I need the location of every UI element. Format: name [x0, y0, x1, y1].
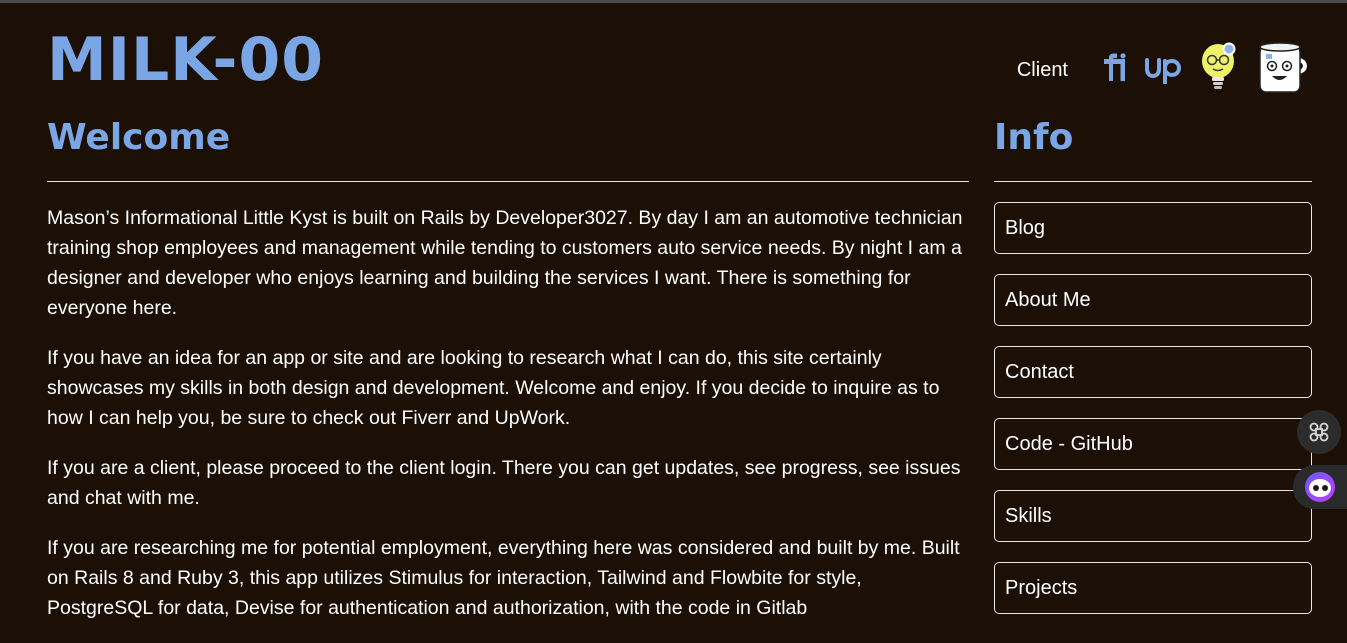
client-paragraph: If you are a client, please proceed to t…: [47, 457, 961, 509]
services-paragraph: If you have an idea for an app or site a…: [47, 347, 940, 429]
info-heading: Info: [994, 117, 1074, 158]
skills-button[interactable]: Skills: [994, 490, 1312, 542]
command-grid-icon[interactable]: [1297, 410, 1341, 454]
info-sidebar: Blog About Me Contact Code - GitHub Skil…: [994, 202, 1312, 634]
fiverr-icon[interactable]: [1100, 52, 1130, 88]
employment-paragraph: If you are researching me for potential …: [47, 537, 960, 619]
lightbulb-character-icon[interactable]: [1198, 41, 1242, 100]
about-me-button[interactable]: About Me: [994, 274, 1312, 326]
welcome-heading: Welcome: [47, 117, 231, 158]
client-login-link[interactable]: Client: [1017, 59, 1068, 82]
top-navigation: Client: [1017, 40, 1312, 101]
intro-paragraph: Mason’s Informational Little Kyst is bui…: [47, 207, 963, 319]
info-divider: [994, 181, 1312, 182]
welcome-divider: [47, 181, 969, 182]
assistant-eyes-icon[interactable]: [1293, 465, 1347, 509]
milk-cup-character-icon[interactable]: [1256, 40, 1312, 101]
browser-top-border: [0, 0, 1347, 3]
site-logo[interactable]: MILK-00: [47, 26, 324, 94]
upwork-icon[interactable]: [1144, 52, 1184, 89]
code-github-button[interactable]: Code - GitHub: [994, 418, 1312, 470]
contact-button[interactable]: Contact: [994, 346, 1312, 398]
welcome-content: Mason’s Informational Little Kyst is bui…: [47, 203, 972, 643]
blog-button[interactable]: Blog: [994, 202, 1312, 254]
projects-button[interactable]: Projects: [994, 562, 1312, 614]
